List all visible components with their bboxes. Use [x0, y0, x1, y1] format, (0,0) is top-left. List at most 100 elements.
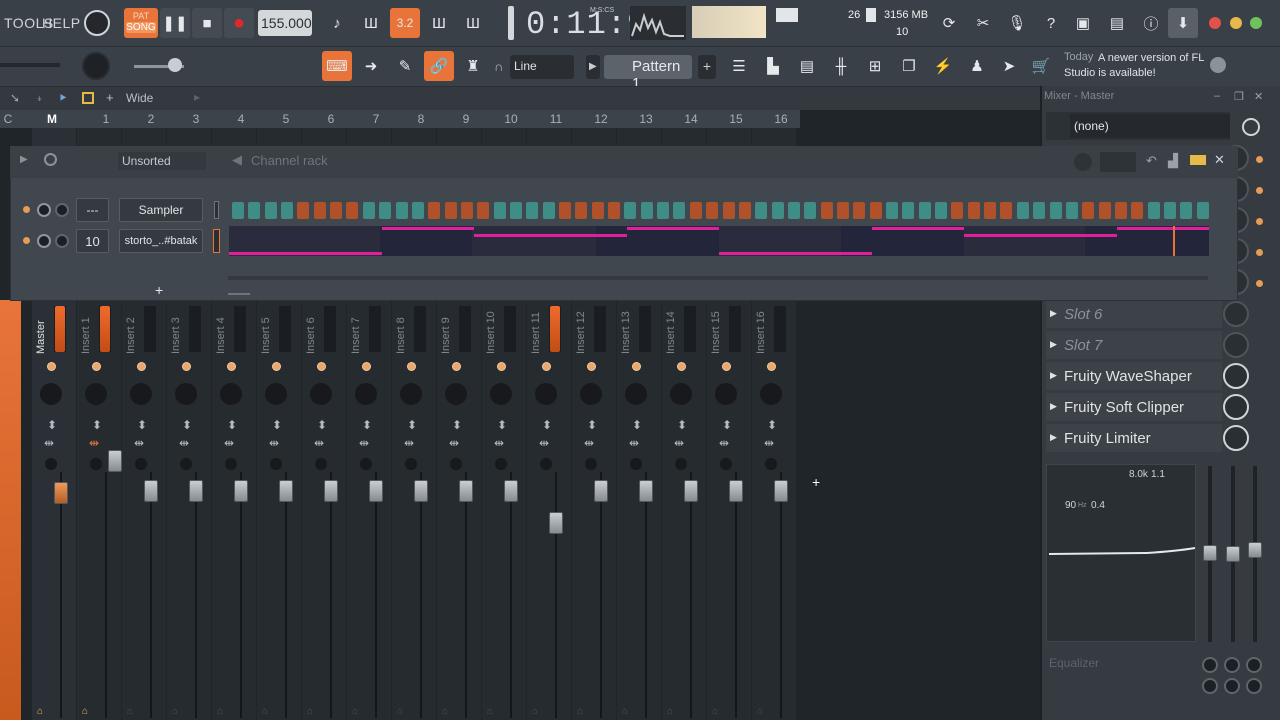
- mixer-volume-fader[interactable]: [234, 480, 248, 502]
- steps-view-icon[interactable]: [1190, 155, 1206, 165]
- mixer-pan-knob[interactable]: [317, 362, 326, 371]
- eq-fader-mid[interactable]: [1226, 546, 1240, 562]
- mixer-volume-fader[interactable]: [414, 480, 428, 502]
- mixer-stereo-knob[interactable]: [625, 383, 647, 405]
- mixer-route-arrow-icon[interactable]: ⬍: [317, 418, 327, 432]
- pat-song-toggle[interactable]: PAT SONG: [124, 8, 158, 38]
- mixer-route-arrow-icon[interactable]: ⬍: [47, 418, 57, 432]
- mixer-strip-label[interactable]: Insert 14: [665, 306, 679, 354]
- mixer-pan-knob[interactable]: [452, 362, 461, 371]
- step-button[interactable]: [542, 202, 555, 219]
- mixer-volume-fader[interactable]: [189, 480, 203, 502]
- step-button[interactable]: [624, 202, 637, 219]
- undo-icon[interactable]: ↶: [1146, 153, 1157, 169]
- mixer-effect-slot[interactable]: ▶ Fruity WaveShaper: [1046, 362, 1222, 390]
- browser-button[interactable]: ⊞: [860, 51, 890, 81]
- arrow-tool-icon[interactable]: ➘: [10, 91, 20, 105]
- mixer-strip-label[interactable]: Insert 5: [260, 306, 274, 354]
- eq-knob-2[interactable]: [1224, 657, 1240, 673]
- step-button[interactable]: [1147, 202, 1160, 219]
- eq-knob-4[interactable]: [1202, 678, 1218, 694]
- mixer-strip-label[interactable]: Insert 9: [440, 306, 454, 354]
- record-audio-button[interactable]: 🎙: [1002, 8, 1032, 38]
- mixer-route-arrow-icon[interactable]: ⬍: [632, 418, 642, 432]
- step-button[interactable]: [509, 202, 522, 219]
- note-bar[interactable]: [719, 252, 872, 255]
- channel-2-piano-roll-preview[interactable]: [229, 226, 1209, 256]
- mixer-strip-label[interactable]: Insert 2: [125, 306, 139, 354]
- step-button[interactable]: [1114, 202, 1127, 219]
- mixer-route-arrow-icon[interactable]: ⬍: [407, 418, 417, 432]
- group-filter[interactable]: Unsorted: [118, 152, 206, 170]
- equalizer-graph[interactable]: 8.0k 1.1 90 Hz 0.4: [1046, 464, 1196, 642]
- loop-record-button[interactable]: Ш: [458, 8, 488, 38]
- step-button[interactable]: [395, 202, 408, 219]
- mixer-pan-knob[interactable]: [92, 362, 101, 371]
- mixer-small-knob[interactable]: [540, 458, 552, 470]
- step-button[interactable]: [706, 202, 719, 219]
- link-button[interactable]: 🔗: [424, 51, 454, 81]
- note-bar[interactable]: [474, 234, 627, 237]
- mixer-lock-icon[interactable]: ⌂: [352, 706, 358, 717]
- channel-2-name-button[interactable]: storto_..#batak: [119, 229, 203, 253]
- step-button[interactable]: [673, 202, 686, 219]
- mixer-pan-knob[interactable]: [47, 362, 56, 371]
- mixer-column-number[interactable]: 16: [771, 112, 791, 126]
- mixer-effect-slot[interactable]: ▶ Slot 6: [1046, 300, 1222, 328]
- mixer-route-arrow-icon[interactable]: ⬍: [722, 418, 732, 432]
- note-bar[interactable]: [964, 234, 1117, 237]
- mixer-effect-slot[interactable]: ▶ Fruity Soft Clipper: [1046, 393, 1222, 421]
- step-button[interactable]: [836, 202, 849, 219]
- mixer-strip-label[interactable]: Insert 12: [575, 306, 589, 354]
- mixer-volume-fader[interactable]: [684, 480, 698, 502]
- mixer-lock-icon[interactable]: ⌂: [712, 706, 718, 717]
- slot-led[interactable]: [1256, 187, 1263, 194]
- mixer-column-number[interactable]: 11: [546, 112, 566, 126]
- mixer-lock-icon[interactable]: ⌂: [127, 706, 133, 717]
- mixer-small-knob[interactable]: [315, 458, 327, 470]
- mixer-stereo-knob[interactable]: [40, 383, 62, 405]
- cut-button[interactable]: ✂: [968, 8, 998, 38]
- minimize-icon[interactable]: –: [1214, 90, 1220, 102]
- mixer-lock-icon[interactable]: ⌂: [307, 706, 313, 717]
- mixer-small-knob[interactable]: [270, 458, 282, 470]
- mixer-pan-knob[interactable]: [542, 362, 551, 371]
- step-button[interactable]: [460, 202, 473, 219]
- mixer-lock-icon[interactable]: ⌂: [532, 706, 538, 717]
- mixer-strip-label[interactable]: Master: [35, 306, 49, 354]
- channel-2-select[interactable]: [213, 229, 220, 253]
- channel-1-mixer-track[interactable]: ---: [76, 198, 109, 222]
- note-bar[interactable]: [229, 252, 382, 255]
- slot-led[interactable]: [1256, 218, 1263, 225]
- step-edit-button[interactable]: Ш: [424, 8, 454, 38]
- step-button[interactable]: [738, 202, 751, 219]
- tempo-slider-handle[interactable]: [168, 58, 182, 72]
- slot-led[interactable]: [1256, 280, 1263, 287]
- mixer-route-arrow-icon[interactable]: ⬍: [587, 418, 597, 432]
- mixer-route-arrow-icon[interactable]: ⬍: [182, 418, 192, 432]
- mixer-lock-icon[interactable]: ⌂: [757, 706, 763, 717]
- mixer-column-number[interactable]: 6: [321, 112, 341, 126]
- step-button[interactable]: [1196, 202, 1209, 219]
- menu-help[interactable]: HELP: [42, 15, 81, 31]
- rack-hscroll[interactable]: [228, 276, 1208, 280]
- step-button[interactable]: [608, 202, 621, 219]
- mixer-route-arrow-icon[interactable]: ⬍: [272, 418, 282, 432]
- step-button[interactable]: [1180, 202, 1193, 219]
- mixer-small-knob[interactable]: [180, 458, 192, 470]
- mixer-swap-icon[interactable]: ⇹: [539, 436, 549, 450]
- mixer-strip-label[interactable]: Insert 15: [710, 306, 724, 354]
- typing-keyboard-button[interactable]: ⌨: [322, 51, 352, 81]
- master-volume-knob[interactable]: [84, 10, 110, 36]
- playlist-arrow-button[interactable]: ➜: [356, 51, 386, 81]
- wait-input-button[interactable]: Ш: [356, 8, 386, 38]
- note-bar[interactable]: [1117, 227, 1209, 230]
- step-button[interactable]: [886, 202, 898, 219]
- step-button[interactable]: [297, 202, 310, 219]
- slot-led[interactable]: [1256, 156, 1263, 163]
- step-button[interactable]: [771, 202, 784, 219]
- close-window-button[interactable]: [1209, 17, 1221, 29]
- add-pattern-button[interactable]: +: [698, 55, 716, 79]
- mixer-pan-knob[interactable]: [497, 362, 506, 371]
- step-button[interactable]: [640, 202, 653, 219]
